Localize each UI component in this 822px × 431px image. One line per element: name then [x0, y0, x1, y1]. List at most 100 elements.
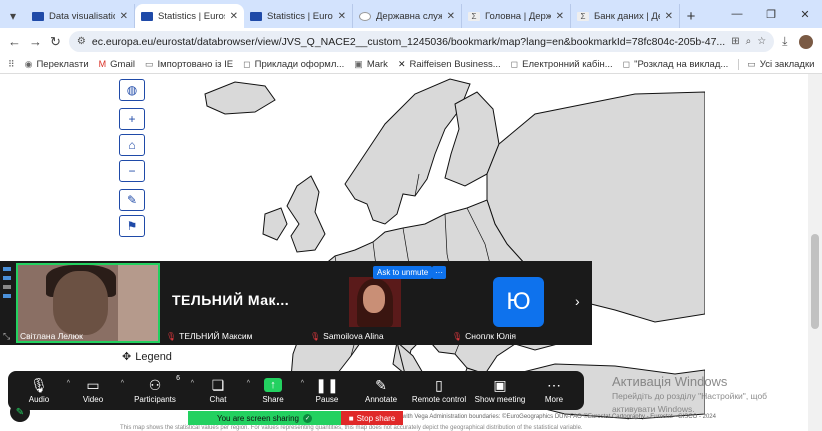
video-button[interactable]: ▭ Video ^ [66, 371, 124, 410]
window-controls: — ❐ ✕ [720, 0, 822, 28]
mic-icon: 🎙 [30, 376, 48, 393]
star-icon[interactable]: ☆ [757, 36, 766, 47]
close-icon[interactable]: ✕ [556, 11, 564, 22]
pencil-icon[interactable]: ✎ [119, 189, 145, 211]
tab-label: Data visualisations [49, 10, 115, 22]
forward-icon[interactable]: → [29, 34, 42, 49]
folder-icon: ▭ [144, 58, 154, 69]
scrollbar-thumb[interactable] [811, 234, 819, 329]
more-button[interactable]: ⋯ More [530, 371, 578, 410]
chevron-right-icon[interactable]: › [575, 293, 580, 309]
minimize-icon[interactable]: — [720, 0, 754, 28]
close-icon[interactable]: ✕ [230, 11, 238, 22]
avatar: Ю [493, 277, 544, 327]
close-window-icon[interactable]: ✕ [788, 0, 822, 28]
participants-count: 6 [176, 375, 180, 382]
bookmark-item[interactable]: ▭ Імпортовано із IE [145, 59, 233, 70]
mouse-icon: ▯ [435, 376, 443, 393]
download-icon[interactable]: ⤓ [782, 34, 787, 49]
translate-icon: ◉ [24, 58, 33, 69]
tab-5[interactable]: Σ Головна | Держав ✕ [462, 4, 571, 28]
tab-4[interactable]: Державна служба ✕ [353, 4, 462, 28]
back-icon[interactable]: ← [8, 34, 21, 49]
bookmark-item[interactable]: ✕ Raiffeisen Business... [398, 59, 501, 70]
maximize-icon[interactable]: ❐ [754, 0, 788, 28]
show-meeting-button[interactable]: ▣ Show meeting [470, 371, 530, 410]
page-icon: ◻ [622, 58, 631, 69]
more-icon: ⋯ [547, 376, 561, 393]
eu-flag-icon [250, 11, 262, 21]
close-icon[interactable]: ✕ [665, 11, 673, 22]
bookmark-item[interactable]: ◻ "Розклад на виклад... [623, 59, 729, 70]
screen-share-bar: You are screen sharing ✓ ■ Stop share [188, 411, 403, 425]
close-icon[interactable]: ✕ [447, 11, 455, 22]
zoom-icon[interactable]: ⌕ [746, 36, 752, 47]
zoom-out-button[interactable]: − [119, 160, 145, 182]
tab-label: Statistics | Eurostat [267, 10, 333, 22]
pencil-icon: ✎ [375, 376, 387, 393]
apps-icon[interactable]: ⠿ [8, 59, 15, 70]
bookmark-item[interactable]: ▣ Mark [354, 59, 388, 70]
people-icon: ⚇ [148, 376, 162, 393]
tab-strip: ▾ Data visualisations ✕ Statistics | Eur… [0, 0, 822, 28]
zoom-in-button[interactable]: + [119, 108, 145, 130]
annotate-button[interactable]: ✎ Annotate [354, 371, 408, 410]
map-footnote: This map shows the statistical values pe… [120, 425, 583, 431]
bookmarks-bar: ⠿ ◉ Переклasти M Gmail ▭ Імпортовано із IE … [0, 55, 822, 74]
ask-to-unmute-button[interactable]: Ask to unmute [373, 266, 433, 279]
bookmark-icon: ▣ [354, 58, 363, 69]
tab-label: Державна служба [376, 10, 442, 22]
all-bookmarks[interactable]: ▭ Усі закладки [738, 58, 814, 70]
participant-tile-1: 🎙 ТЕЛЬНИЙ Максим [166, 331, 253, 341]
share-button[interactable]: ↑ Share ^ [246, 371, 304, 410]
zoom-video-strip: ⤡ Світлана Лелюк ТЕЛЬНИЙ Мак... 🎙 ТЕЛЬНИ… [0, 261, 592, 345]
self-name: Світлана Лелюк [20, 331, 83, 341]
avatar[interactable] [799, 34, 814, 49]
new-tab-button[interactable]: + [680, 4, 702, 28]
europe-map[interactable] [115, 74, 705, 419]
bookmark-item[interactable]: M Gmail [99, 59, 135, 70]
participants-button[interactable]: ⚇ Participants 6 ^ [120, 371, 194, 410]
stop-share-button[interactable]: ■ Stop share [341, 411, 403, 425]
tab-label: Головна | Держав [485, 10, 551, 22]
meeting-icon: ▣ [493, 376, 507, 393]
move-icon: ✥ [122, 351, 132, 363]
close-icon[interactable]: ✕ [338, 11, 346, 22]
legend-toggle[interactable]: ✥ Legend [122, 350, 172, 364]
site-info-icon[interactable]: ⚙ [77, 36, 86, 47]
tab-2[interactable]: Statistics | Eurostat ✕ [135, 4, 244, 28]
reload-icon[interactable]: ↻ [50, 34, 61, 50]
bookmark-item[interactable]: ◉ Переклasти [25, 59, 89, 70]
globe-icon[interactable]: ◍ [119, 79, 145, 101]
remote-control-button[interactable]: ▯ Remote control [408, 371, 470, 410]
participant-video[interactable] [349, 277, 401, 327]
muted-mic-icon: 🎙 [452, 331, 463, 341]
bookmark-item[interactable]: ◻ Електронний кабін... [511, 59, 613, 70]
participant-tile-2: 🎙 Samoilova Alina [310, 331, 384, 341]
tab-search-icon[interactable]: ▾ [0, 4, 26, 28]
pencil-icon[interactable]: ✎ [10, 402, 30, 422]
home-icon[interactable]: ⌂ [119, 134, 145, 156]
tab-6[interactable]: Σ Банк даних | Дер ✕ [571, 4, 680, 28]
bookmark-item[interactable]: ◻ Приклади оформл... [243, 59, 344, 70]
flag-icon[interactable]: ⚑ [119, 215, 145, 237]
folder-icon: ▭ [747, 58, 756, 69]
url-text: ec.europa.eu/eurostat/databrowser/view/J… [91, 35, 726, 48]
tab-3[interactable]: Statistics | Eurostat ✕ [244, 4, 353, 28]
participant-more-button[interactable]: ··· [432, 266, 446, 279]
address-bar: ← → ↻ ⚙ ec.europa.eu/eurostat/databrowse… [0, 28, 822, 55]
url-field[interactable]: ⚙ ec.europa.eu/eurostat/databrowser/view… [68, 31, 775, 52]
muted-mic-icon: 🎙 [310, 331, 321, 341]
pause-button[interactable]: ❚❚ Pause [300, 371, 354, 410]
map-svg [115, 74, 705, 419]
chat-button[interactable]: ❏ Chat ^ [190, 371, 250, 410]
pause-icon: ❚❚ [315, 376, 339, 393]
participant-name-large: ТЕЛЬНИЙ Мак... [172, 292, 290, 308]
translate-icon[interactable]: ⊞ [731, 36, 739, 47]
resize-icon[interactable]: ⤡ [3, 331, 10, 342]
close-icon[interactable]: ✕ [120, 11, 128, 22]
globe-icon [359, 11, 371, 21]
tab-label: Statistics | Eurostat [158, 10, 225, 22]
tab-1[interactable]: Data visualisations ✕ [26, 4, 135, 28]
page-icon: ◻ [510, 58, 519, 69]
